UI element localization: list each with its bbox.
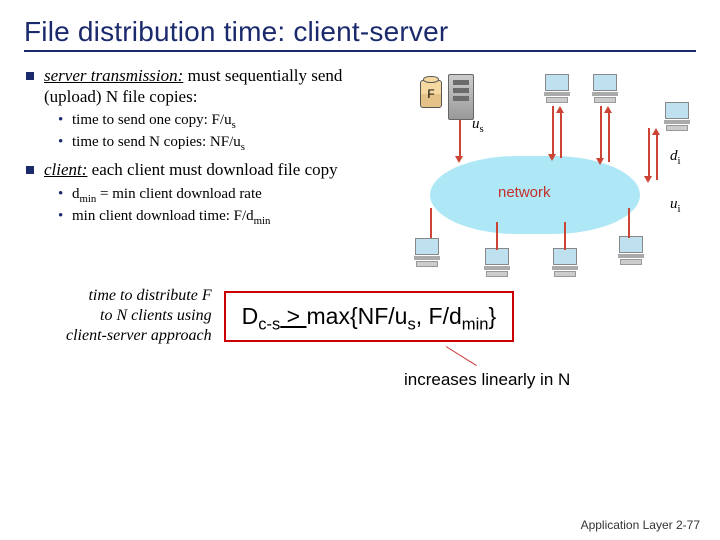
- client-icon: [410, 238, 444, 268]
- bullet-server-head: server transmission:: [44, 66, 183, 85]
- bullet-client: client: each client must download file c…: [24, 160, 362, 226]
- sub-dmin: dmin = min client download rate: [58, 185, 362, 205]
- sub-min-time: min client download time: F/dmin: [58, 207, 362, 227]
- label-ui: ui: [670, 196, 681, 213]
- client-icon: [540, 74, 574, 104]
- sub-n-copies: time to send N copies: NF/us: [58, 133, 362, 153]
- pointer-line: [446, 346, 486, 370]
- sub-one-copy: time to send one copy: F/us: [58, 111, 362, 131]
- server-link-arrow: [455, 156, 463, 163]
- diagram: network F us: [370, 66, 690, 282]
- bullet-client-head: client:: [44, 160, 87, 179]
- client-icon: [614, 236, 648, 266]
- client-icon: [548, 248, 582, 278]
- network-label: network: [498, 184, 551, 201]
- slide-footer: Application Layer 2-77: [581, 518, 700, 532]
- label-di: di: [670, 148, 681, 165]
- formula-row: time to distribute F to N clients using …: [66, 286, 696, 346]
- client-icon: [588, 74, 622, 104]
- file-icon: F: [420, 80, 442, 108]
- formula-caption: time to distribute F to N clients using …: [66, 286, 212, 346]
- server-icon: [448, 74, 474, 120]
- slide-title: File distribution time: client-server: [24, 16, 696, 52]
- left-column: server transmission: must sequentially s…: [24, 66, 362, 282]
- increases-note: increases linearly in N: [404, 370, 570, 390]
- formula-box: Dc-s > max{NF/us, F/dmin}: [224, 291, 515, 342]
- client-icon: [660, 102, 694, 132]
- label-us: us: [472, 116, 484, 133]
- bullet-server: server transmission: must sequentially s…: [24, 66, 362, 152]
- client-icon: [480, 248, 514, 278]
- server-link: [459, 120, 461, 160]
